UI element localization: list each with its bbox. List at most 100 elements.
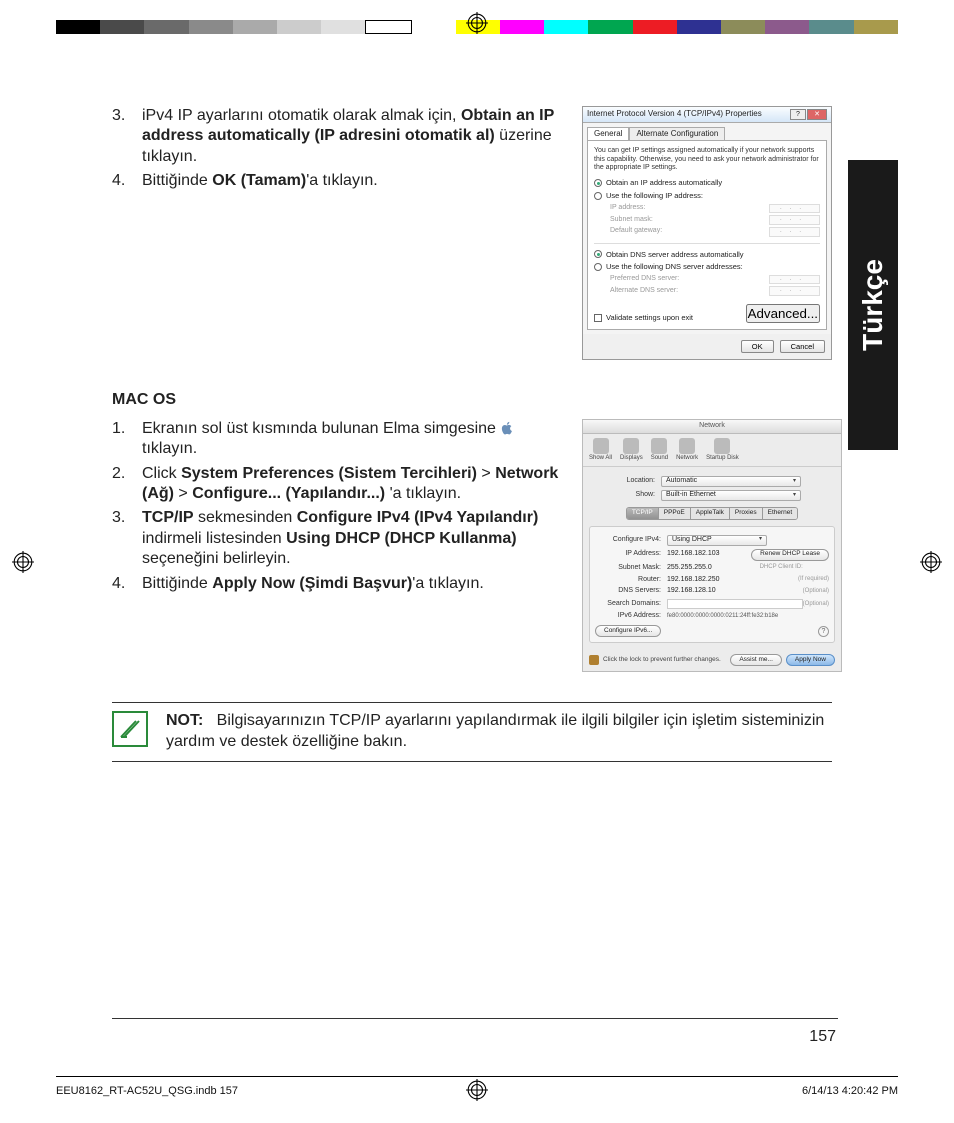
apply-now-button[interactable]: Apply Now: [786, 654, 835, 666]
mac-tabs: TCP/IP PPPoE AppleTalk Proxies Ethernet: [626, 507, 798, 519]
configure-select[interactable]: Using DHCP: [667, 535, 767, 546]
step-text: Bittiğinde Apply Now (Şimdi Başvur)'a tı…: [142, 574, 570, 594]
toolbar-item[interactable]: Network: [676, 438, 698, 463]
client-label: DHCP Client ID:: [760, 564, 829, 572]
field-alt-dns: Alternate DNS server:...: [610, 286, 820, 296]
checkbox-validate[interactable]: Validate settings upon exit: [594, 313, 693, 323]
network-icon: [679, 438, 695, 454]
step-item: 4. Bittiğinde Apply Now (Şimdi Başvur)'a…: [112, 574, 570, 594]
renew-dhcp-button[interactable]: Renew DHCP Lease: [751, 549, 829, 561]
mac-window-title: Network: [583, 420, 841, 434]
step-item: 2. Click System Preferences (Sistem Terc…: [112, 464, 570, 505]
radio-icon: [594, 192, 602, 200]
step-number: 4.: [112, 171, 142, 191]
radio-icon: [594, 179, 602, 187]
step-number: 1.: [112, 419, 142, 460]
show-select[interactable]: Built-in Ethernet: [661, 490, 801, 501]
radio-obtain-ip[interactable]: Obtain an IP address automatically: [594, 178, 820, 188]
step-text: Bittiğinde OK (Tamam)'a tıklayın.: [142, 171, 570, 191]
step-item: 3. TCP/IP sekmesinden Configure IPv4 (IP…: [112, 508, 570, 569]
macos-section: 1. Ekranın sol üst kısmında bulunan Elma…: [112, 419, 832, 673]
optional-hint: (Optional): [803, 588, 829, 596]
client-hint: (If required): [798, 576, 829, 584]
radio-obtain-dns[interactable]: Obtain DNS server address automatically: [594, 250, 820, 260]
lock-icon: [589, 655, 599, 665]
configure-ipv6-button[interactable]: Configure IPv6...: [595, 625, 661, 637]
sound-icon: [651, 438, 667, 454]
displays-icon: [623, 438, 639, 454]
router-label: Router:: [595, 576, 667, 585]
macos-heading: MAC OS: [112, 390, 832, 410]
search-label: Search Domains:: [595, 600, 667, 609]
location-select[interactable]: Automatic: [661, 476, 801, 487]
field-gateway: Default gateway:...: [610, 227, 820, 237]
step-item: 3. iPv4 IP ayarlarını otomatik olarak al…: [112, 106, 570, 167]
subnet-value: 255.255.255.0: [667, 564, 760, 573]
language-tab-label: Türkçe: [857, 259, 889, 351]
note-box: NOT: Bilgisayarınızın TCP/IP ayarlarını …: [112, 702, 832, 762]
imprint-row: EEU8162_RT-AC52U_QSG.indb 157 6/14/13 4:…: [56, 1085, 898, 1097]
toolbar-item[interactable]: Displays: [620, 438, 643, 463]
tab-ethernet[interactable]: Ethernet: [763, 508, 798, 518]
help-button[interactable]: ?: [818, 626, 829, 637]
registration-mark-icon: [466, 12, 488, 34]
field-subnet: Subnet mask:...: [610, 215, 820, 225]
lock-row[interactable]: Click the lock to prevent further change…: [589, 655, 721, 665]
step-text: Click System Preferences (Sistem Tercihl…: [142, 464, 570, 505]
ipv6-label: IPv6 Address:: [595, 612, 667, 621]
apple-icon: [500, 421, 514, 435]
note-icon: [112, 711, 148, 747]
configure-label: Configure IPv4:: [595, 536, 667, 545]
windows-section: 3. iPv4 IP ayarlarını otomatik olarak al…: [112, 106, 832, 360]
tab-appletalk[interactable]: AppleTalk: [691, 508, 730, 518]
cancel-button[interactable]: Cancel: [780, 340, 825, 353]
bottom-crop-rule: [56, 1076, 898, 1077]
ipv6-value: fe80:0000:0000:0000:0211:24ff:fe32:b18e: [667, 613, 829, 621]
dialog-titlebar: Internet Protocol Version 4 (TCP/IPv4) P…: [583, 107, 831, 123]
step-item: 4. Bittiğinde OK (Tamam)'a tıklayın.: [112, 171, 570, 191]
dialog-title: Internet Protocol Version 4 (TCP/IPv4) P…: [587, 109, 762, 119]
step-number: 3.: [112, 508, 142, 569]
ok-button[interactable]: OK: [741, 340, 774, 353]
router-value: 192.168.182.250: [667, 576, 798, 585]
registration-mark-icon: [920, 551, 942, 573]
imprint-file: EEU8162_RT-AC52U_QSG.indb 157: [56, 1085, 238, 1097]
radio-use-dns[interactable]: Use the following DNS server addresses:: [594, 262, 820, 272]
ip-label: IP Address:: [595, 550, 667, 559]
toolbar-item[interactable]: Startup Disk: [706, 438, 739, 463]
toolbar-item[interactable]: Sound: [651, 438, 668, 463]
startup-icon: [714, 438, 730, 454]
checkbox-icon: [594, 314, 602, 322]
close-button[interactable]: ✕: [807, 109, 827, 120]
dns-value: 192.168.128.10: [667, 587, 803, 596]
mac-toolbar: Show All Displays Sound Network Startup …: [583, 434, 841, 468]
ip-value: 192.168.182.103: [667, 550, 751, 559]
note-text: NOT: Bilgisayarınızın TCP/IP ayarlarını …: [166, 711, 832, 753]
ipv4-properties-dialog: Internet Protocol Version 4 (TCP/IPv4) P…: [582, 106, 832, 360]
tab-proxies[interactable]: Proxies: [730, 508, 763, 518]
search-value[interactable]: [667, 599, 803, 609]
step-text: Ekranın sol üst kısmında bulunan Elma si…: [142, 419, 570, 460]
showall-icon: [593, 438, 609, 454]
registration-mark-icon: [12, 551, 34, 573]
show-label: Show:: [589, 491, 661, 500]
radio-use-ip[interactable]: Use the following IP address:: [594, 191, 820, 201]
radio-icon: [594, 250, 602, 258]
subnet-label: Subnet Mask:: [595, 564, 667, 573]
help-button[interactable]: ?: [790, 109, 806, 120]
mac-network-dialog: Network Show All Displays Sound Network …: [582, 419, 842, 673]
dns-label: DNS Servers:: [595, 587, 667, 596]
imprint-datetime: 6/14/13 4:20:42 PM: [802, 1085, 898, 1097]
assist-button[interactable]: Assist me...: [730, 654, 782, 666]
tab-pppoe[interactable]: PPPoE: [659, 508, 691, 518]
step-item: 1. Ekranın sol üst kısmında bulunan Elma…: [112, 419, 570, 460]
tab-alternate[interactable]: Alternate Configuration: [629, 127, 725, 140]
advanced-button[interactable]: Advanced...: [746, 304, 820, 323]
tab-tcpip[interactable]: TCP/IP: [627, 508, 659, 518]
step-text: iPv4 IP ayarlarını otomatik olarak almak…: [142, 106, 570, 167]
field-pref-dns: Preferred DNS server:...: [610, 275, 820, 285]
toolbar-item[interactable]: Show All: [589, 438, 612, 463]
tab-general[interactable]: General: [587, 127, 629, 140]
radio-icon: [594, 263, 602, 271]
language-tab: Türkçe: [848, 160, 898, 450]
